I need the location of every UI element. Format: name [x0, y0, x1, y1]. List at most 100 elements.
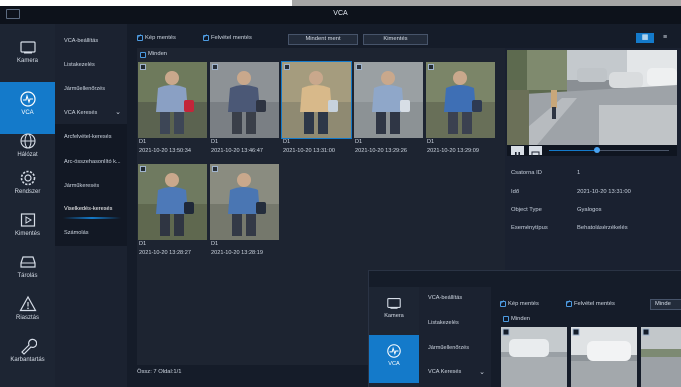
thumbnail-timestamp: 2021-10-20 13:29:26	[355, 148, 407, 154]
result-thumbnail[interactable]: D1 2021-10-20 13:28:27	[138, 164, 207, 262]
overlay-nav-item-camera[interactable]: Kamera	[369, 287, 419, 335]
thumbnail-checkbox[interactable]	[212, 166, 218, 172]
result-thumbnail[interactable]: D1 2021-10-20 13:28:19	[210, 164, 279, 262]
street-scene-image	[507, 50, 677, 145]
thumbnail-checkbox[interactable]	[356, 64, 362, 70]
overlay-submenu-item-list-management[interactable]: Listakezelés	[419, 320, 491, 326]
overlay-select-all-checkbox[interactable]	[503, 316, 509, 322]
object-type-value: Gyalogos	[577, 207, 602, 213]
overlay-main-nav: Kamera VCA	[369, 287, 419, 387]
progress-fill	[549, 150, 597, 151]
nav-item-label: Karbantartás	[10, 357, 45, 363]
fullscreen-icon	[531, 151, 540, 158]
thumbnail-timestamp: 2021-10-20 13:31:00	[283, 148, 335, 154]
nav-item-label: Hálózat	[17, 152, 38, 158]
object-type-label: Object Type	[511, 207, 542, 213]
vca-search-children: Arcfelvétel-keresés Arc-összehasonlító k…	[55, 124, 127, 246]
result-thumbnail[interactable]: D1 2021-10-20 13:29:26	[354, 62, 423, 160]
overlay-thumbnail[interactable]	[571, 327, 637, 387]
submenu-item-counting[interactable]: Számolás	[55, 222, 127, 244]
person-snapshot	[138, 164, 207, 240]
submenu-item-list-management[interactable]: Listakezelés	[55, 54, 127, 76]
thumbnail-checkbox[interactable]	[140, 64, 146, 70]
selected-indicator	[63, 217, 121, 219]
chevron-down-icon: ⌄	[115, 109, 121, 116]
thumbnail-channel: D1	[283, 139, 291, 145]
person-snapshot-image	[210, 164, 279, 240]
storage-icon	[19, 256, 36, 268]
thumbnail-timestamp: 2021-10-20 13:50:34	[139, 148, 191, 154]
person-snapshot	[210, 164, 279, 240]
playback-controls	[507, 145, 677, 158]
overlay-recording-save-checkbox[interactable]	[566, 299, 572, 307]
result-thumbnail[interactable]: D1 2021-10-20 13:31:00	[281, 61, 352, 160]
submenu-item-vehicle-search[interactable]: Járműkeresés	[55, 175, 127, 197]
thumbnail-channel: D1	[211, 241, 219, 247]
wrench-icon	[20, 338, 37, 355]
network-icon	[19, 133, 36, 149]
playback-video[interactable]	[507, 50, 677, 145]
pause-button[interactable]	[511, 146, 524, 157]
fullscreen-button[interactable]	[529, 146, 542, 158]
event-type-label: Eseménytípus	[511, 225, 548, 231]
overlay-thumbnail-image	[641, 327, 681, 387]
progress-handle[interactable]	[594, 147, 600, 153]
thumbnail-channel: D1	[355, 139, 363, 145]
overlay-select-all-label: Minden	[511, 316, 531, 322]
thumbnail-timestamp: 2021-10-20 13:46:47	[211, 148, 263, 154]
overlay-submenu: VCA-beállítás Listakezelés Járműellenőrz…	[419, 287, 491, 387]
thumbnail-channel: D1	[211, 139, 219, 145]
overlay-image-save-label: Kép mentés	[508, 301, 539, 307]
thumbnail-timestamp: 2021-10-20 13:29:09	[427, 148, 479, 154]
submenu-item-face-capture-search[interactable]: Arcfelvétel-keresés	[55, 126, 127, 148]
person-snapshot-image	[426, 62, 495, 138]
nav-item-maintenance[interactable]: Karbantartás	[0, 329, 55, 381]
save-all-button[interactable]: Mindent ment	[288, 34, 358, 45]
thumbnail-timestamp: 2021-10-20 13:28:27	[139, 250, 191, 256]
submenu-item-vehicle-check[interactable]: Járműellenőrzés	[55, 78, 127, 100]
title-bar: VCA	[0, 6, 681, 24]
vca-icon	[387, 344, 401, 358]
overlay-submenu-item-vehicle-check[interactable]: Járműellenőrzés	[419, 345, 491, 351]
time-value: 2021-10-20 13:31:00	[577, 189, 631, 195]
result-thumbnail[interactable]: D1 2021-10-20 13:46:47	[210, 62, 279, 160]
overlay-image-save-checkbox[interactable]	[500, 299, 506, 307]
nav-item-label: VCA	[21, 110, 34, 116]
thumbnail-checkbox[interactable]	[140, 166, 146, 172]
overlay-thumbnail[interactable]	[641, 327, 681, 387]
thumbnail-channel: D1	[139, 139, 147, 145]
person-snapshot	[281, 61, 352, 139]
result-summary: Össz: 7 Oldal:1/1	[137, 369, 182, 375]
overlay-submenu-item-vca-settings[interactable]: VCA-beállítás	[419, 295, 491, 301]
recording-save-checkbox[interactable]	[203, 33, 209, 41]
event-type-value: Behatolásérzékelés	[577, 225, 628, 231]
select-all-checkbox[interactable]	[140, 52, 146, 58]
person-snapshot	[354, 62, 423, 138]
nav-item-label: Riasztás	[15, 315, 39, 321]
thumbnail-checkbox[interactable]	[284, 64, 290, 70]
overlay-nav-item-vca[interactable]: VCA	[369, 335, 419, 383]
overlay-save-all-button[interactable]: Minde	[650, 299, 681, 310]
person-snapshot-image	[282, 62, 351, 138]
result-thumbnail[interactable]: D1 2021-10-20 13:29:09	[426, 62, 495, 160]
person-snapshot-image	[210, 62, 279, 138]
nav-item-camera[interactable]: Kamera	[0, 30, 55, 82]
vca-icon	[19, 91, 36, 107]
camera-icon	[387, 298, 401, 309]
export-button[interactable]: Kimentés	[363, 34, 428, 45]
submenu-item-face-compare-search[interactable]: Arc-összehasonlító k...	[55, 151, 127, 173]
overlay-thumbnail[interactable]	[501, 327, 567, 387]
overlay-submenu-item-vca-search[interactable]: VCA Keresés ⌄	[419, 369, 491, 376]
overlay-nav-label: Kamera	[384, 313, 404, 319]
grid-view-button[interactable]: ▦	[636, 33, 654, 43]
overlay-window: Kamera VCA VCA-beállítás Listakezelés Já…	[368, 270, 681, 387]
list-view-button[interactable]: ≡	[656, 33, 674, 43]
select-all-label: Minden	[148, 51, 168, 57]
thumbnail-checkbox[interactable]	[212, 64, 218, 70]
submenu-item-vca-search[interactable]: VCA Keresés ⌄	[55, 102, 127, 124]
image-save-label: Kép mentés	[145, 35, 176, 41]
submenu-item-vca-settings[interactable]: VCA-beállítás	[55, 30, 127, 52]
result-thumbnail[interactable]: D1 2021-10-20 13:50:34	[138, 62, 207, 160]
thumbnail-checkbox[interactable]	[428, 64, 434, 70]
image-save-checkbox[interactable]	[137, 33, 143, 41]
